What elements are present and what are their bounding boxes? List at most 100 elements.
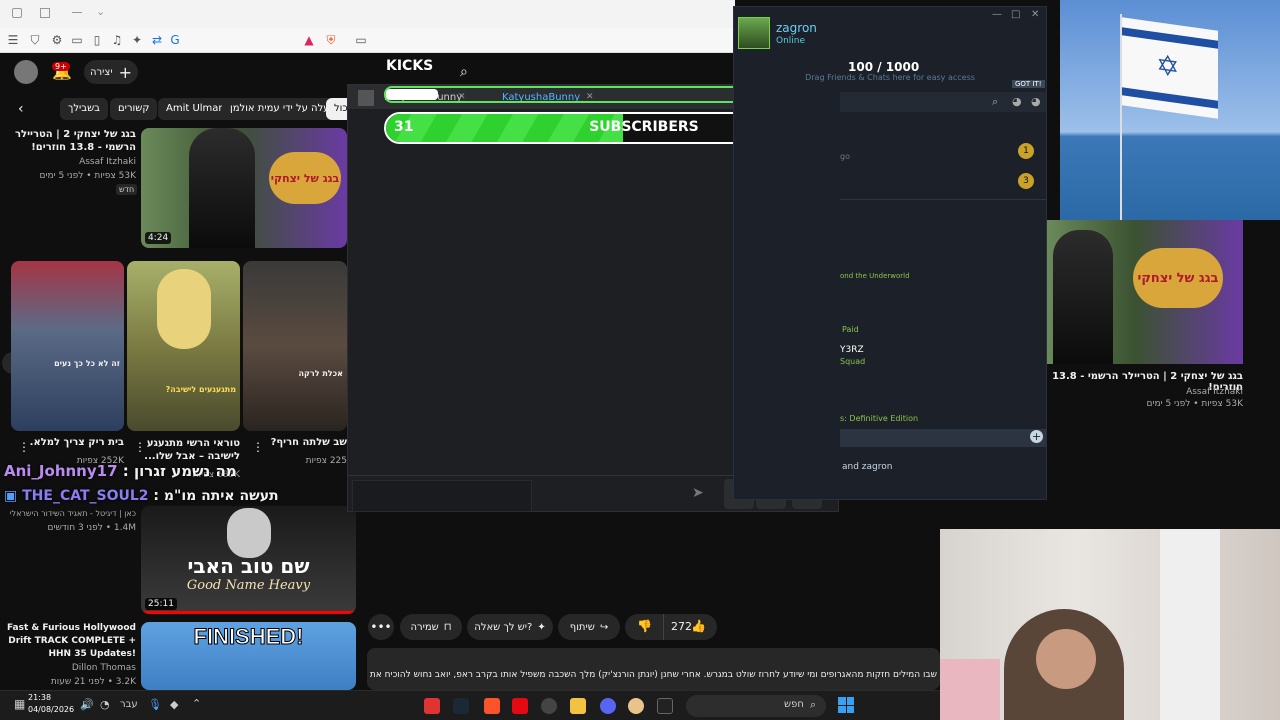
avatar[interactable] xyxy=(738,17,770,49)
short-thumbnail[interactable]: אכלת לרקה xyxy=(243,261,347,431)
chat-separator: : xyxy=(122,462,129,480)
video-title[interactable]: Fast & Furious Hollywood Drift TRACK COM… xyxy=(2,622,136,661)
short-title[interactable]: טוראי הרשי מתגעגע לישיבה – אבל שלו... xyxy=(140,437,240,463)
music-icon[interactable]: ♫ xyxy=(110,33,124,47)
window-icon[interactable] xyxy=(12,8,22,18)
like-icon[interactable]: 👍 xyxy=(691,619,706,633)
mic-icon[interactable]: 🎙 xyxy=(148,698,162,711)
flag-image: ✡ xyxy=(1060,0,1280,220)
sidebar-icon[interactable]: ▯ xyxy=(90,33,104,47)
maximize-icon[interactable]: □ xyxy=(1011,9,1020,20)
user-icon[interactable]: ◕ xyxy=(1012,95,1022,108)
netflix-icon[interactable] xyxy=(512,698,528,714)
search-icon[interactable]: ⌕ xyxy=(460,64,468,80)
short-title[interactable]: בית ריק צריך למלא. xyxy=(24,437,124,448)
tray-icon[interactable]: ◆ xyxy=(170,698,178,711)
channel-name[interactable]: Assaf Itzhaki xyxy=(2,157,136,167)
search-icon[interactable]: ⌕ xyxy=(992,95,998,109)
save-label: שמירה xyxy=(410,621,439,633)
create-button[interactable]: יצירה + xyxy=(84,60,138,84)
cast-icon[interactable]: ▭ xyxy=(354,33,368,47)
follower-count: 100 / 1000 xyxy=(848,60,920,74)
discord-icon[interactable] xyxy=(600,698,616,714)
chevron-down-icon[interactable]: ⌄ xyxy=(96,5,105,18)
save-button[interactable]: שמירה ⊓ xyxy=(400,614,462,640)
app-icon[interactable] xyxy=(424,698,440,714)
chat-message: Ani_Johnny17 : מה נשמע זגרון xyxy=(4,462,237,480)
group-badge: 3 xyxy=(1018,173,1034,189)
taskbar-search[interactable]: חפש ⌕ xyxy=(686,695,826,717)
tab-icon[interactable]: ▭ xyxy=(70,33,84,47)
channel-name[interactable]: Dillon Thomas xyxy=(2,663,136,673)
wifi-icon[interactable]: ◔ xyxy=(100,698,110,711)
add-chat-icon[interactable]: + xyxy=(1030,430,1043,443)
volume-icon[interactable]: 🔊 xyxy=(80,698,94,711)
share-icon: ↪ xyxy=(599,621,609,633)
video-thumbnail[interactable]: שם טוב האבי Good Name Heavy 25:11 xyxy=(141,506,356,614)
clock-date[interactable]: 04/08/2026 xyxy=(28,705,74,714)
steam-icon[interactable] xyxy=(453,698,469,714)
menu-icon[interactable]: ☰ xyxy=(6,33,20,47)
video-thumbnail[interactable]: בגג של יצחקי xyxy=(1047,220,1243,364)
more-actions-button[interactable]: ••• xyxy=(368,614,394,640)
duration: 25:11 xyxy=(145,598,177,610)
send-icon[interactable]: ➤ xyxy=(692,485,704,501)
app-icon[interactable] xyxy=(628,698,644,714)
short-thumbnail[interactable]: מתגעגעים לישיבה? xyxy=(127,261,240,431)
clock-time[interactable]: 21:38 xyxy=(28,693,51,702)
network-icon[interactable]: ▦ xyxy=(14,697,25,711)
chip-related[interactable]: קשורים xyxy=(110,98,158,120)
restore-icon[interactable] xyxy=(40,8,50,18)
avatar[interactable] xyxy=(14,60,38,84)
video-thumbnail[interactable]: FINISHED! xyxy=(141,622,356,690)
chatgpt-icon[interactable] xyxy=(541,698,557,714)
gear-icon[interactable]: ⚙ xyxy=(50,33,64,47)
redaction-box xyxy=(386,89,438,100)
language-indicator[interactable]: עבר xyxy=(120,699,138,710)
person-figure xyxy=(1053,230,1113,364)
minimize-icon[interactable]: — xyxy=(992,9,1002,20)
app-icon[interactable] xyxy=(657,698,673,714)
chevron-up-icon[interactable]: ⌃ xyxy=(192,697,201,710)
extensions-icon[interactable]: ✦ xyxy=(130,33,144,47)
dislike-icon[interactable]: 👎 xyxy=(637,619,652,633)
windows-start-icon[interactable] xyxy=(838,697,854,713)
more-icon[interactable]: ⋮ xyxy=(18,440,30,454)
chat-entry[interactable]: and zagron xyxy=(842,462,892,472)
brave-icon[interactable] xyxy=(484,698,500,714)
chat-username: THE_CAT_SOUL2 xyxy=(22,488,149,504)
more-icon[interactable]: ⋮ xyxy=(134,440,146,454)
chip-for-you[interactable]: בשבילך xyxy=(60,98,108,120)
folder-icon[interactable] xyxy=(570,698,586,714)
description-box[interactable]: שבו המילים חזקות מהאגרופים ומי שיודע לחר… xyxy=(367,648,940,690)
triangle-icon[interactable]: ▲ xyxy=(302,33,316,47)
shield-icon[interactable]: ⛉ xyxy=(28,33,42,47)
thumb-title: FINISHED! xyxy=(193,624,304,650)
video-thumbnail[interactable]: בגג של יצחקי 4:24 xyxy=(141,128,347,248)
video-title[interactable]: בגג של יצחקי 2 | הטריילר הרשמי - 13.8 חו… xyxy=(2,128,136,154)
brave-shield-icon[interactable]: ⛨ xyxy=(324,33,338,47)
bookmark-icon: ⊓ xyxy=(443,621,452,633)
group-chats-header[interactable] xyxy=(840,429,1046,447)
channel-name[interactable]: כאן | דיגיטל - תאגיד השידור הישראלי xyxy=(2,509,136,518)
friend-name[interactable]: Y3RZ xyxy=(840,345,864,355)
short-caption: אכלת לרקה xyxy=(298,369,344,378)
translate-icon[interactable]: ⇄ xyxy=(150,33,164,47)
ask-button[interactable]: יש לך שאלה? ✦ xyxy=(467,614,553,640)
minimize-icon[interactable] xyxy=(72,12,82,13)
face xyxy=(1036,629,1096,689)
chevron-left-icon[interactable]: ‹ xyxy=(18,101,24,117)
more-icon[interactable]: ⋮ xyxy=(252,440,264,454)
chat-input[interactable] xyxy=(352,480,532,512)
got-it-button[interactable]: GOT IT! xyxy=(1012,80,1045,88)
short-title[interactable]: שב שלתה חריף? xyxy=(262,437,347,448)
channel-name[interactable]: Assaf Itzhaki xyxy=(1047,387,1243,397)
plus-icon: + xyxy=(118,62,132,82)
short-thumbnail[interactable]: זה לא כל כך נעים xyxy=(11,261,124,431)
google-translate-icon[interactable]: G xyxy=(168,33,182,47)
share-button[interactable]: שיתוף ↪ xyxy=(558,614,620,640)
group-badge: 1 xyxy=(1018,143,1034,159)
close-icon[interactable]: ✕ xyxy=(1031,9,1039,20)
steam-username[interactable]: zagron xyxy=(776,21,817,35)
add-friend-icon[interactable]: ◕ xyxy=(1031,95,1041,108)
